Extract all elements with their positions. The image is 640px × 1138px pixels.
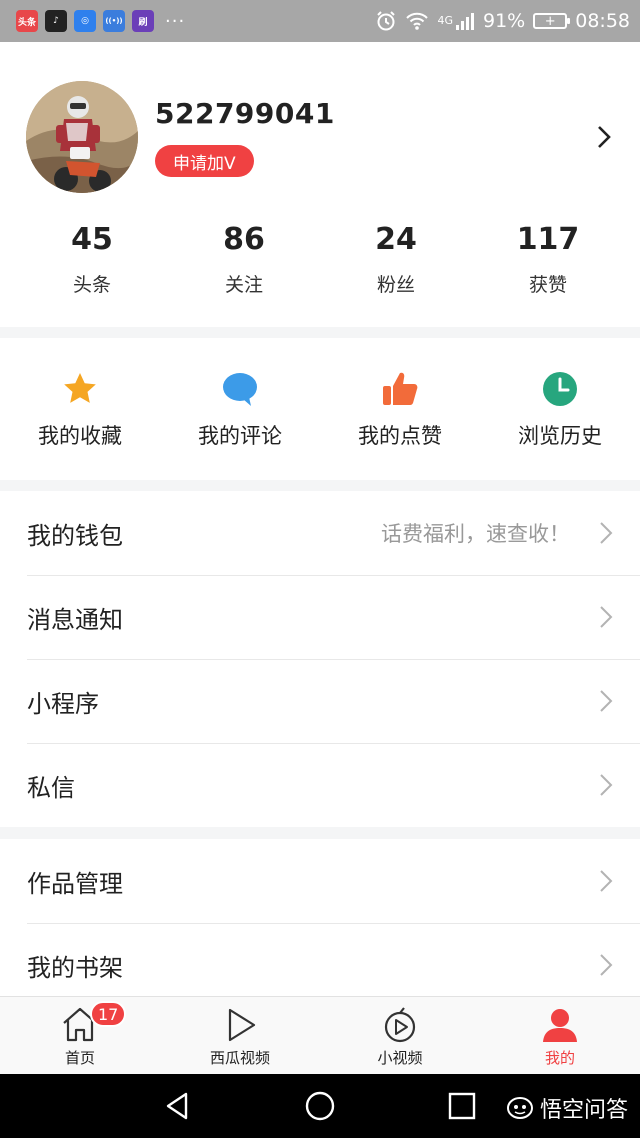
menu-label: 我的钱包 [27, 521, 123, 550]
home-circle-icon[interactable] [302, 1088, 338, 1124]
shortcut-row: 我的收藏 我的评论 我的点赞 浏览历史 [0, 338, 640, 480]
avatar-image [26, 81, 138, 193]
app-icon-4: ((•)) [103, 10, 125, 32]
tab-short-video[interactable]: 小视频 [320, 997, 480, 1074]
notification-icons: 头条 ♪ ◎ ((•)) 刷 ··· [16, 10, 185, 32]
stat-likes[interactable]: 117 获赞 [472, 222, 624, 297]
stat-value: 24 [375, 222, 417, 257]
battery-percent: 91% [483, 10, 526, 32]
menu-label: 作品管理 [27, 869, 123, 898]
clock-icon [543, 372, 577, 406]
shortcut-label: 我的收藏 [38, 424, 122, 448]
network-type: 4G [437, 14, 453, 27]
thumbs-up-icon [383, 372, 418, 405]
shortcut-label: 我的点赞 [358, 424, 442, 448]
stat-value: 117 [516, 222, 580, 257]
alarm-icon [377, 11, 396, 31]
chevron-right-icon [600, 774, 613, 796]
bottom-tab-bar: 17 首页 西瓜视频 小视频 我的 [0, 996, 640, 1074]
menu-item-mini-programs[interactable]: 小程序 [0, 659, 640, 743]
menu-label: 小程序 [27, 689, 99, 718]
tab-home[interactable]: 17 首页 [0, 997, 160, 1074]
profile-card[interactable]: 522799041 申请加V 45 头条 86 关注 24 粉丝 117 获赞 [0, 42, 640, 327]
shortcut-history[interactable]: 浏览历史 [480, 338, 640, 480]
toutiao-app-icon: 头条 [16, 10, 38, 32]
stat-following[interactable]: 86 关注 [168, 222, 320, 297]
chevron-right-icon[interactable] [594, 122, 614, 152]
avatar[interactable] [26, 81, 138, 193]
stat-followers[interactable]: 24 粉丝 [320, 222, 472, 297]
person-icon [543, 1009, 577, 1042]
recent-apps-icon[interactable] [444, 1088, 480, 1124]
play-icon [228, 1008, 256, 1042]
system-navigation-bar: 悟空问答 [0, 1074, 640, 1138]
tab-xigua-video[interactable]: 西瓜视频 [160, 997, 320, 1074]
chevron-right-icon [600, 870, 613, 892]
menu-label: 消息通知 [27, 605, 123, 634]
tab-label: 小视频 [377, 1049, 423, 1067]
short-video-icon [384, 1007, 416, 1043]
shortcut-label: 浏览历史 [518, 424, 602, 448]
battery-icon: + [533, 13, 571, 29]
menu-label: 我的书架 [27, 953, 123, 982]
shortcut-comments[interactable]: 我的评论 [160, 338, 320, 480]
tab-label: 首页 [64, 1049, 95, 1067]
username: 522799041 [155, 97, 335, 130]
menu-item-bookshelf[interactable]: 我的书架 [0, 923, 640, 996]
douyin-app-icon: ♪ [45, 10, 67, 32]
menu-item-private-messages[interactable]: 私信 [0, 743, 640, 827]
stat-label: 头条 [72, 274, 111, 296]
wukong-logo-icon [506, 1097, 533, 1119]
star-icon [64, 373, 96, 403]
status-bar: 头条 ♪ ◎ ((•)) 刷 ··· 4G 91% + 08:58 [0, 0, 640, 42]
signal-icon [456, 13, 474, 30]
profile-stats: 45 头条 86 关注 24 粉丝 117 获赞 [0, 222, 640, 297]
chevron-right-icon [600, 522, 613, 544]
tab-mine[interactable]: 我的 [480, 997, 640, 1074]
notification-badge: 17 [90, 1001, 127, 1027]
shortcut-favorites[interactable]: 我的收藏 [0, 338, 160, 480]
chevron-right-icon [600, 690, 613, 712]
shortcut-likes[interactable]: 我的点赞 [320, 338, 480, 480]
back-icon[interactable] [160, 1088, 196, 1124]
shortcut-label: 我的评论 [198, 424, 282, 448]
menu-item-notifications[interactable]: 消息通知 [0, 575, 640, 659]
comment-bubble-icon [223, 373, 257, 406]
menu-group-main: 我的钱包 话费福利，速查收！ 消息通知 小程序 私信 [0, 491, 640, 827]
watermark: 悟空问答 [506, 1092, 628, 1124]
clock: 08:58 [575, 10, 630, 32]
tab-label: 西瓜视频 [209, 1049, 270, 1067]
more-notifications-icon: ··· [165, 10, 186, 32]
stat-value: 45 [71, 222, 113, 257]
chevron-right-icon [600, 606, 613, 628]
system-indicators: 4G 91% + 08:58 [375, 10, 630, 32]
stat-label: 关注 [224, 274, 263, 296]
menu-label: 私信 [27, 773, 75, 802]
apply-verification-button[interactable]: 申请加V [155, 145, 254, 177]
menu-item-works-management[interactable]: 作品管理 [0, 839, 640, 923]
stat-value: 86 [223, 222, 265, 257]
watermark-text: 悟空问答 [539, 1098, 628, 1123]
menu-group-content: 作品管理 我的书架 [0, 839, 640, 996]
wifi-icon [406, 12, 429, 30]
wallet-promo-hint: 话费福利，速查收！ [381, 522, 570, 546]
tab-label: 我的 [544, 1049, 575, 1067]
menu-item-wallet[interactable]: 我的钱包 话费福利，速查收！ [0, 491, 640, 575]
app-icon-5: 刷 [132, 10, 154, 32]
chevron-right-icon [600, 954, 613, 976]
stat-label: 粉丝 [376, 274, 415, 296]
stat-articles[interactable]: 45 头条 [16, 222, 168, 297]
app-icon-3: ◎ [74, 10, 96, 32]
stat-label: 获赞 [528, 274, 567, 296]
